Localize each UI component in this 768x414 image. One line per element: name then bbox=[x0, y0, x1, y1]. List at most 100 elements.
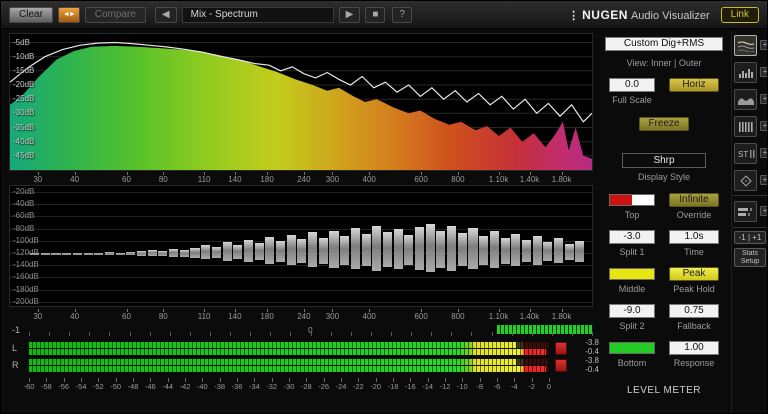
histogram-bar bbox=[147, 250, 157, 256]
histogram-bar bbox=[468, 228, 478, 269]
add-histogram-view-button[interactable]: + bbox=[760, 67, 767, 77]
histogram-db-label: -20dB bbox=[13, 187, 35, 196]
frequency-label: 800 bbox=[451, 312, 465, 321]
meter-scale-label: -2 bbox=[528, 382, 536, 391]
split1-input[interactable]: -3.0 bbox=[609, 230, 655, 244]
help-button[interactable]: ? bbox=[392, 6, 412, 23]
frequency-label: 80 bbox=[158, 175, 168, 184]
histogram-bar bbox=[190, 248, 200, 258]
meter-segments bbox=[29, 359, 549, 365]
view-bands-button[interactable] bbox=[734, 116, 757, 137]
histogram-bar bbox=[30, 253, 40, 255]
channel-l-label: L bbox=[12, 343, 18, 353]
middle-color bbox=[610, 269, 654, 279]
correlation-tick bbox=[350, 332, 352, 336]
add-vectorscope-view-button[interactable]: + bbox=[760, 175, 767, 185]
preset-selector[interactable]: Mix - Spectrum bbox=[181, 6, 334, 23]
freeze-button[interactable]: Freeze bbox=[639, 117, 689, 131]
correlation-tick bbox=[511, 332, 513, 336]
meter-segments bbox=[29, 366, 549, 372]
frequency-label: 240 bbox=[297, 312, 311, 321]
stats-setup-button[interactable]: Stats Setup bbox=[734, 248, 766, 267]
add-stereo-view-button[interactable]: + bbox=[760, 148, 767, 158]
correlation-tick bbox=[290, 332, 292, 336]
histogram-bar bbox=[94, 253, 104, 255]
peak-hold-button[interactable]: Peak bbox=[669, 267, 719, 281]
full-scale-input[interactable]: 0.0 bbox=[609, 78, 655, 92]
histogram-gridline bbox=[10, 265, 592, 267]
correlation-tick bbox=[49, 332, 51, 336]
meter-scale-label: -36 bbox=[231, 382, 243, 391]
minus-plus-one-button[interactable]: -1 | +1 bbox=[734, 231, 766, 244]
spectrum-analyzer-panel[interactable]: -5dB -10dB -15dB -20dB -25dB -30dB -35dB -40dB -… bbox=[9, 33, 593, 171]
clear-button[interactable]: Clear bbox=[9, 6, 53, 23]
meter-scale-label: -14 bbox=[422, 382, 434, 391]
view-mode-toggle[interactable]: View: Inner | Outer bbox=[627, 58, 702, 68]
spectrum-db-label: -20dB bbox=[13, 80, 35, 89]
histogram-bar bbox=[436, 231, 446, 268]
frequency-label: 1.40k bbox=[519, 175, 540, 184]
meter-scale-label: -34 bbox=[248, 382, 260, 391]
middle-label: Middle bbox=[618, 284, 646, 294]
top-color-right bbox=[632, 195, 654, 205]
spectrum-db-label: -35dB bbox=[13, 122, 35, 132]
compare-button[interactable]: Compare bbox=[84, 6, 146, 23]
spectrogram-icon bbox=[737, 97, 754, 105]
histogram-bar bbox=[393, 229, 403, 269]
correlation-meter[interactable]: 0 bbox=[29, 325, 593, 336]
link-button[interactable]: Link bbox=[720, 6, 759, 23]
frequency-label: 1.10k bbox=[488, 312, 509, 321]
add-bands-view-button[interactable]: + bbox=[760, 121, 767, 131]
top-color-swatch[interactable] bbox=[609, 194, 655, 206]
preset-prev-button[interactable]: ◀ bbox=[154, 6, 177, 23]
meter-scale-label: -40 bbox=[196, 382, 208, 391]
histogram-bar bbox=[51, 253, 61, 255]
spectrum-fill-area bbox=[10, 45, 592, 170]
view-spectrum-lines-button[interactable] bbox=[734, 35, 757, 56]
frequency-label: 1.40k bbox=[519, 312, 540, 321]
middle-color-swatch[interactable] bbox=[609, 268, 655, 280]
frequency-label: 40 bbox=[70, 312, 80, 321]
frequency-label: 110 bbox=[197, 175, 211, 184]
add-spectrogram-view-button[interactable]: + bbox=[760, 94, 767, 104]
add-level-meter-view-button[interactable]: + bbox=[760, 206, 767, 216]
play-button[interactable]: ▶ bbox=[338, 6, 361, 23]
correlation-tick bbox=[551, 332, 553, 336]
nugen-logo-icon: ⋮ bbox=[568, 9, 580, 22]
split2-input[interactable]: -9.0 bbox=[609, 304, 655, 318]
stop-button[interactable]: ■ bbox=[365, 6, 386, 23]
view-stereo-button[interactable]: ST bbox=[734, 143, 757, 164]
brand-suffix: Audio Visualizer bbox=[630, 9, 710, 22]
add-spectrum-view-button[interactable]: + bbox=[760, 40, 767, 50]
time-input[interactable]: 1.0s bbox=[669, 230, 719, 244]
histogram-gridline bbox=[10, 277, 592, 279]
histogram-bar bbox=[275, 241, 286, 262]
infinite-button[interactable]: Infinite bbox=[669, 193, 719, 207]
horiz-button[interactable]: Horiz bbox=[669, 78, 719, 92]
view-level-meter-button[interactable] bbox=[734, 201, 757, 222]
response-input[interactable]: 1.00 bbox=[669, 341, 719, 355]
fallback-input[interactable]: 0.75 bbox=[669, 304, 719, 318]
histogram-panel[interactable]: -20dB -40dB -60dB -80dB -100dB -120dB -140dB -1… bbox=[9, 185, 593, 307]
level-meter-panel[interactable]: -1 0 L R -3.8 -0.4 -3.8 -0.4 -60 -58 -56 -54 -5… bbox=[9, 323, 599, 413]
bottom-color-swatch[interactable] bbox=[609, 342, 655, 354]
brand-name: NUGEN bbox=[582, 7, 628, 22]
view-histogram-button[interactable] bbox=[734, 62, 757, 83]
meter-r-rms-bar bbox=[29, 359, 549, 365]
frequency-label: 180 bbox=[260, 175, 274, 184]
ab-swap-button[interactable]: ◄► bbox=[57, 6, 80, 23]
spectrum-db-label: -10dB bbox=[13, 51, 35, 61]
meter-segments bbox=[29, 342, 549, 348]
histogram-db-label: -100dB bbox=[13, 235, 39, 245]
meter-readout: -3.8 bbox=[585, 356, 599, 365]
stereo-icon: ST bbox=[738, 149, 754, 159]
meter-mode-dropdown[interactable]: Custom Dig+RMS bbox=[605, 37, 723, 51]
view-spectrogram-button[interactable] bbox=[734, 89, 757, 110]
view-vectorscope-button[interactable] bbox=[734, 170, 757, 191]
frequency-label: 600 bbox=[414, 175, 428, 184]
histogram-bar bbox=[532, 236, 542, 265]
correlation-tick bbox=[411, 332, 412, 336]
display-style-dropdown[interactable]: Shrp bbox=[622, 153, 706, 168]
histogram-bar bbox=[543, 242, 553, 261]
correlation-tick bbox=[330, 332, 332, 336]
